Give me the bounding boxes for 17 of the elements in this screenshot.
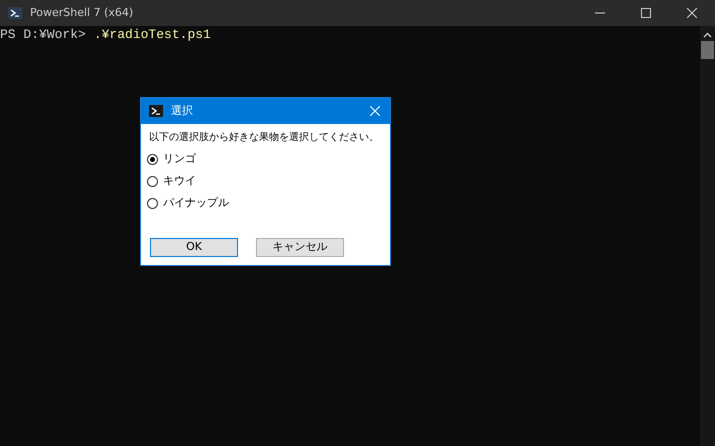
maximize-icon — [641, 8, 651, 18]
dialog-message: 以下の選択肢から好きな果物を選択してください。 — [148, 131, 380, 144]
scroll-up-icon[interactable] — [703, 32, 712, 38]
radio-option[interactable]: キウイ — [141, 170, 390, 192]
cancel-button[interactable]: キャンセル — [256, 238, 344, 257]
ok-button[interactable]: OK — [150, 238, 238, 257]
close-icon — [370, 106, 380, 116]
window-title: PowerShell 7 (x64) — [30, 4, 134, 21]
terminal-icon — [8, 7, 22, 19]
radio-option[interactable]: パイナップル — [141, 192, 390, 214]
console-prompt: PS D:¥Work> — [0, 27, 86, 43]
dialog-title: 選択 — [171, 102, 194, 119]
console-command: .¥radioTest.ps1 — [94, 27, 211, 43]
radio-option[interactable]: リンゴ — [141, 148, 390, 170]
scrollbar-thumb[interactable] — [701, 41, 714, 59]
close-icon — [687, 8, 697, 18]
terminal-icon — [149, 105, 163, 117]
